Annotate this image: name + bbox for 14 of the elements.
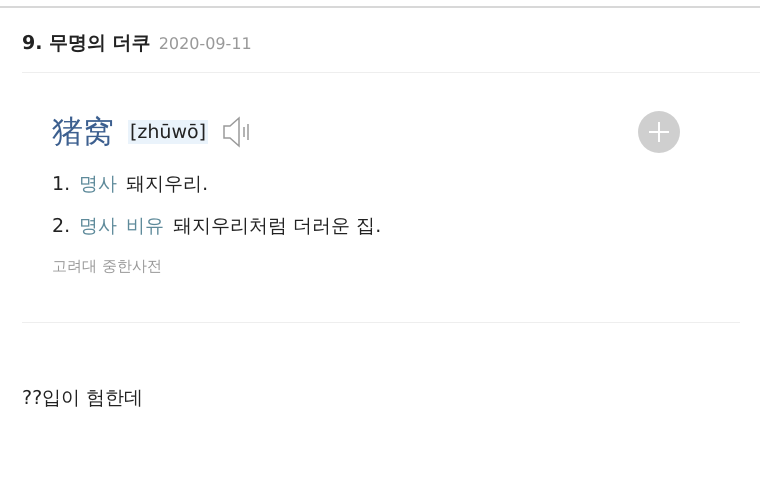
headword: 猪窝 <box>52 113 114 152</box>
dictionary-source: 고려대 중한사전 <box>52 257 163 276</box>
part-of-speech-tag: 비유 <box>126 215 164 237</box>
definition-number: 2. <box>52 215 70 237</box>
definition-text: 돼지우리. <box>126 173 208 195</box>
comment-author: 9. 무명의 더쿠 <box>22 31 151 56</box>
pinyin: [zhūwō] <box>128 120 208 144</box>
definition-number: 1. <box>52 173 70 195</box>
comment-date: 2020-09-11 <box>158 34 252 53</box>
comment-text: ??입이 험한데 <box>22 386 144 411</box>
part-of-speech-tag: 명사 <box>79 173 118 195</box>
definition-text: 돼지우리처럼 더러운 집. <box>173 215 382 237</box>
add-icon[interactable] <box>638 111 680 153</box>
part-of-speech-tag: 명사 <box>79 215 118 237</box>
